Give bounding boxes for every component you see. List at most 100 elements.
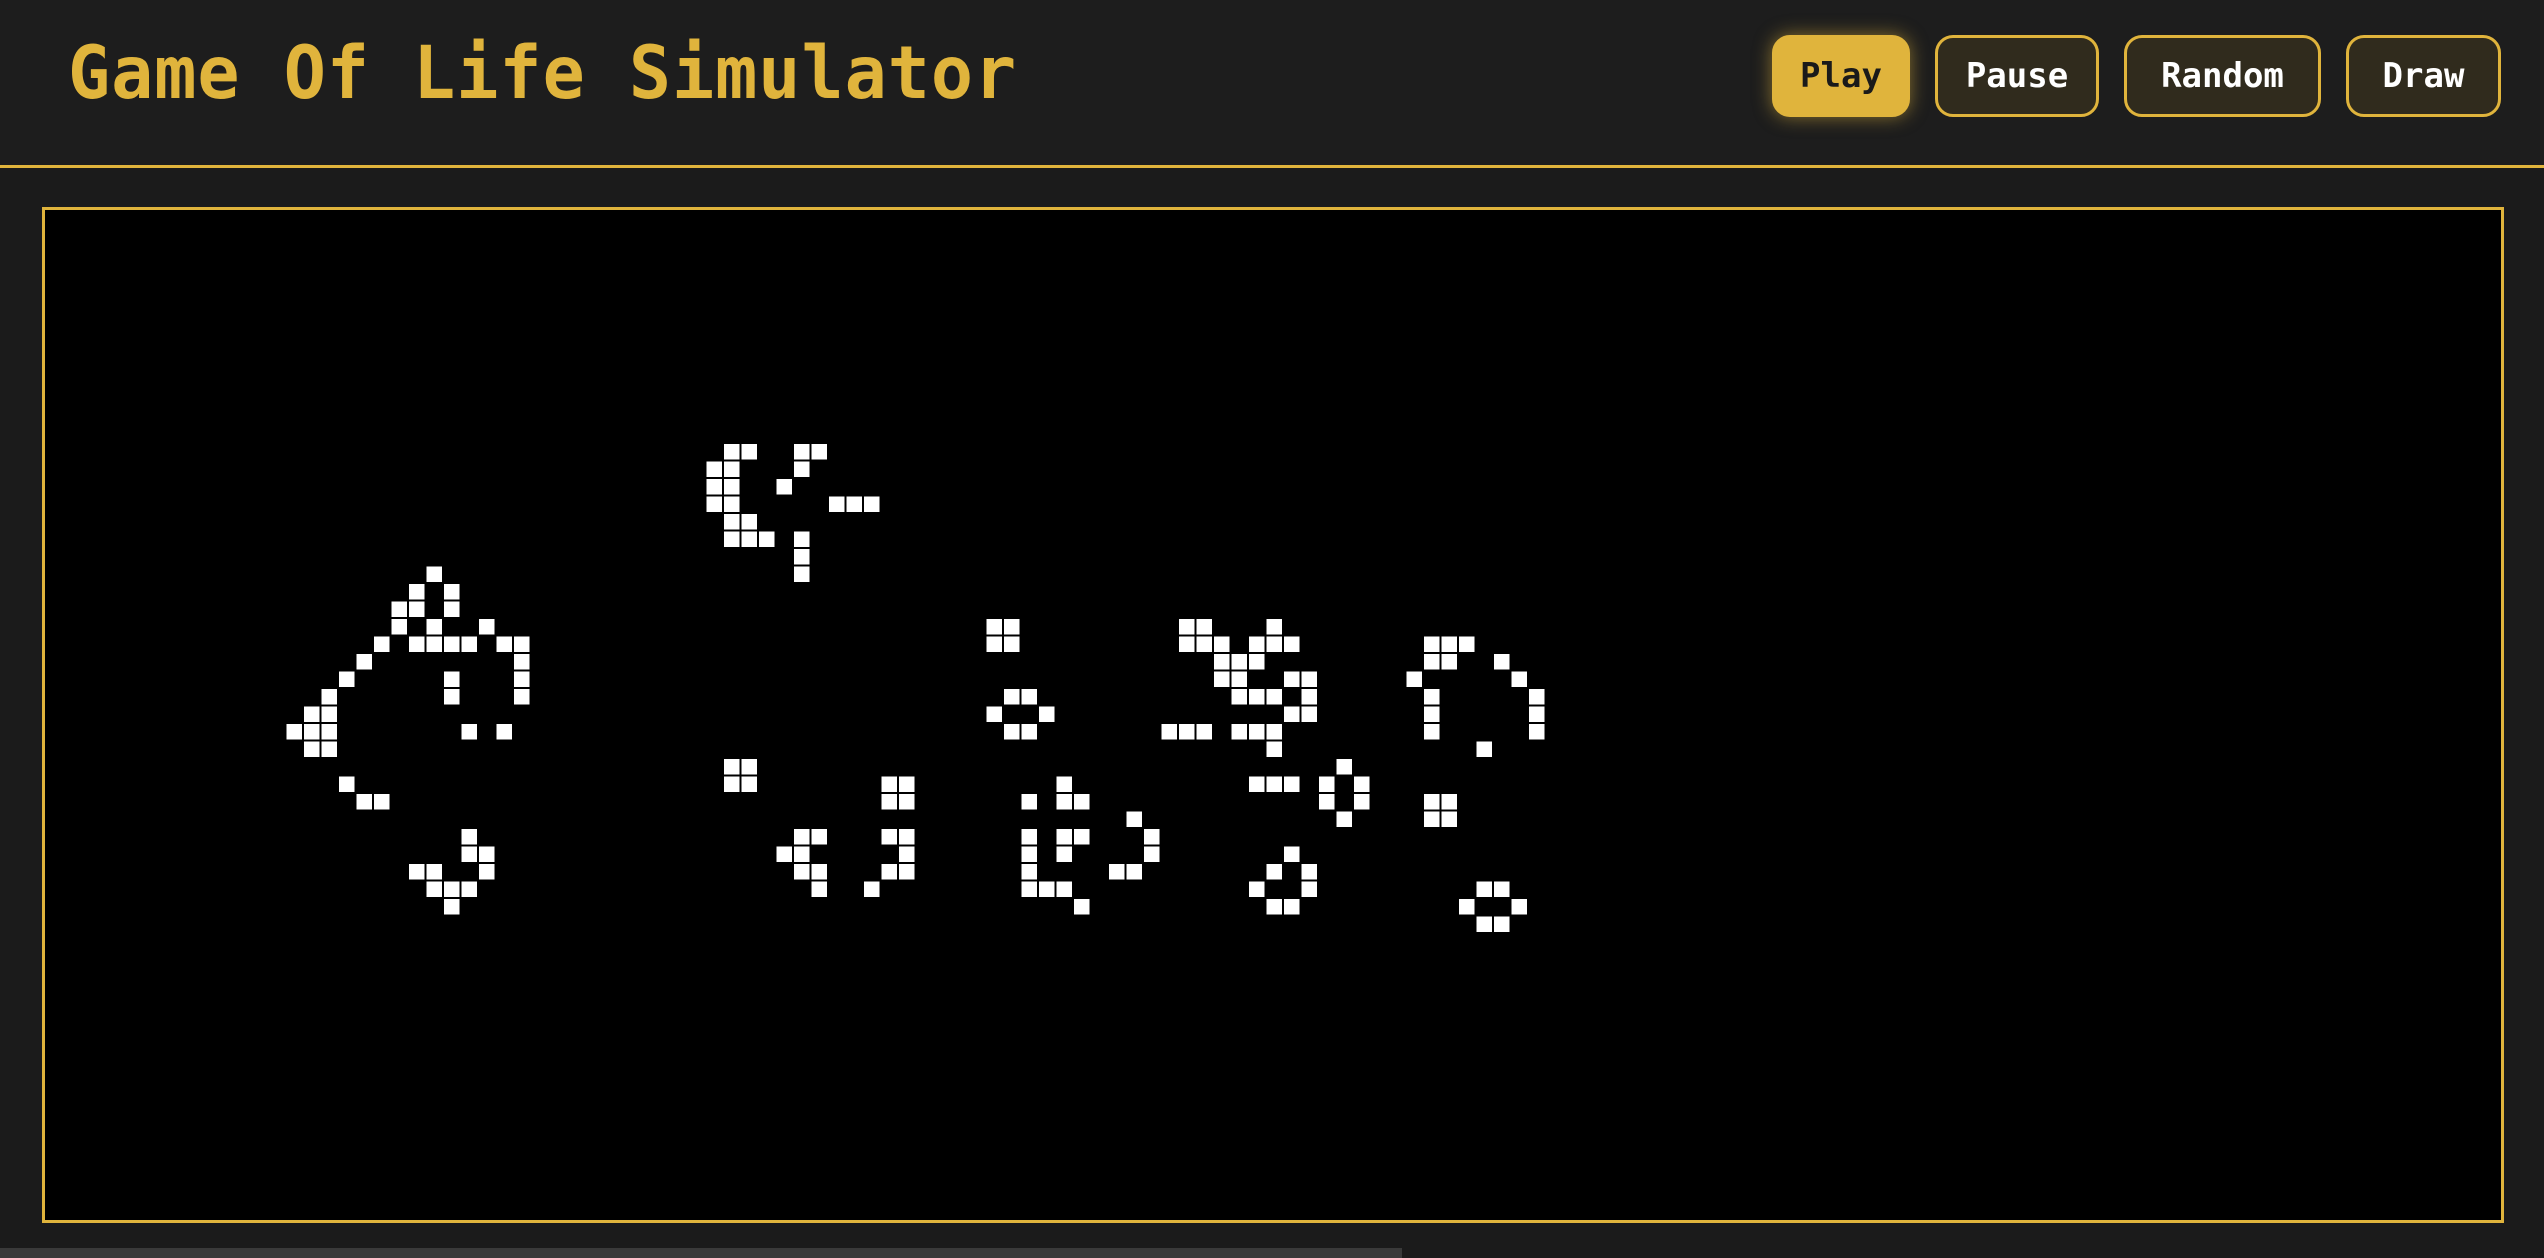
live-cell[interactable] — [1196, 619, 1213, 635]
live-cell[interactable] — [461, 829, 478, 845]
live-cell[interactable] — [1266, 741, 1283, 758]
live-cell[interactable] — [1529, 706, 1545, 723]
live-cell[interactable] — [881, 829, 898, 845]
live-cell[interactable] — [514, 636, 530, 653]
live-cell[interactable] — [1511, 899, 1528, 915]
live-cell[interactable] — [426, 864, 443, 880]
live-cell[interactable] — [986, 636, 1003, 653]
live-cell[interactable] — [1301, 671, 1318, 688]
live-cell[interactable] — [899, 864, 915, 880]
live-cell[interactable] — [1319, 776, 1335, 793]
live-cell[interactable] — [724, 461, 740, 478]
live-cell[interactable] — [374, 636, 390, 653]
live-cell[interactable] — [1109, 864, 1125, 880]
live-cell[interactable] — [1494, 654, 1510, 670]
live-cell[interactable] — [1249, 654, 1265, 670]
live-cell[interactable] — [1266, 776, 1283, 793]
live-cell[interactable] — [829, 496, 845, 513]
live-cell[interactable] — [1214, 671, 1230, 688]
live-cell[interactable] — [1196, 636, 1213, 653]
live-cell[interactable] — [881, 794, 898, 810]
live-cell[interactable] — [794, 531, 810, 548]
live-cell[interactable] — [1249, 724, 1265, 740]
live-cell[interactable] — [444, 671, 460, 688]
live-cell[interactable] — [1441, 811, 1458, 828]
live-cell[interactable] — [1424, 636, 1440, 653]
live-cell[interactable] — [426, 566, 443, 583]
live-cell[interactable] — [1511, 671, 1528, 688]
live-cell[interactable] — [339, 671, 355, 688]
live-cell[interactable] — [1021, 724, 1038, 740]
live-cell[interactable] — [1354, 776, 1370, 793]
live-cell[interactable] — [794, 829, 810, 845]
live-cell[interactable] — [461, 846, 478, 863]
horizontal-scrollbar[interactable] — [0, 1248, 1402, 1258]
live-cell[interactable] — [496, 636, 513, 653]
live-cell[interactable] — [986, 706, 1003, 723]
live-cell[interactable] — [1214, 654, 1230, 670]
live-cell[interactable] — [1424, 811, 1440, 828]
live-cell[interactable] — [1284, 776, 1300, 793]
live-cell[interactable] — [794, 444, 810, 460]
live-cell[interactable] — [776, 846, 793, 863]
live-cell[interactable] — [706, 461, 723, 478]
live-cell[interactable] — [1039, 881, 1055, 898]
live-cell[interactable] — [1424, 654, 1440, 670]
live-cell[interactable] — [811, 864, 828, 880]
live-cell[interactable] — [1021, 689, 1038, 705]
live-cell[interactable] — [1056, 794, 1073, 810]
live-cell[interactable] — [1424, 706, 1440, 723]
live-cell[interactable] — [304, 741, 320, 758]
live-cell[interactable] — [1021, 829, 1038, 845]
live-cell[interactable] — [741, 444, 758, 460]
live-cell[interactable] — [496, 724, 513, 740]
live-cell[interactable] — [1301, 706, 1318, 723]
live-cell[interactable] — [811, 444, 828, 460]
live-cell[interactable] — [1179, 636, 1195, 653]
live-cell[interactable] — [1074, 899, 1090, 915]
live-cell[interactable] — [1424, 724, 1440, 740]
live-cell[interactable] — [1004, 724, 1020, 740]
live-cell[interactable] — [1266, 724, 1283, 740]
live-cell[interactable] — [374, 794, 390, 810]
live-cell[interactable] — [724, 496, 740, 513]
live-cell[interactable] — [1301, 881, 1318, 898]
live-cell[interactable] — [706, 479, 723, 495]
live-cell[interactable] — [881, 864, 898, 880]
live-cell[interactable] — [899, 776, 915, 793]
live-cell[interactable] — [706, 496, 723, 513]
live-cell[interactable] — [1529, 724, 1545, 740]
live-cell[interactable] — [1021, 881, 1038, 898]
live-cell[interactable] — [1196, 724, 1213, 740]
live-cell[interactable] — [741, 776, 758, 793]
live-cell[interactable] — [1231, 654, 1248, 670]
live-cell[interactable] — [864, 881, 880, 898]
live-cell[interactable] — [1459, 636, 1475, 653]
live-cell[interactable] — [741, 759, 758, 775]
live-cell[interactable] — [1056, 881, 1073, 898]
live-cell[interactable] — [794, 461, 810, 478]
live-cell[interactable] — [794, 846, 810, 863]
live-cell[interactable] — [1406, 671, 1423, 688]
live-cell[interactable] — [444, 584, 460, 600]
live-cell[interactable] — [1266, 899, 1283, 915]
live-cell[interactable] — [1231, 689, 1248, 705]
live-cell[interactable] — [1021, 846, 1038, 863]
live-cell[interactable] — [759, 531, 775, 548]
live-cell[interactable] — [724, 776, 740, 793]
live-cell[interactable] — [1494, 916, 1510, 933]
live-cell[interactable] — [444, 689, 460, 705]
live-cell[interactable] — [409, 584, 425, 600]
live-cell[interactable] — [724, 531, 740, 548]
live-cell[interactable] — [1424, 794, 1440, 810]
live-cell[interactable] — [899, 794, 915, 810]
live-cell[interactable] — [1249, 636, 1265, 653]
live-cell[interactable] — [444, 899, 460, 915]
live-cell[interactable] — [321, 724, 338, 740]
live-cell[interactable] — [479, 846, 495, 863]
live-cell[interactable] — [461, 881, 478, 898]
live-cell[interactable] — [1424, 689, 1440, 705]
live-cell[interactable] — [1301, 689, 1318, 705]
live-cell[interactable] — [1336, 811, 1353, 828]
pause-button[interactable]: Pause — [1935, 35, 2099, 117]
